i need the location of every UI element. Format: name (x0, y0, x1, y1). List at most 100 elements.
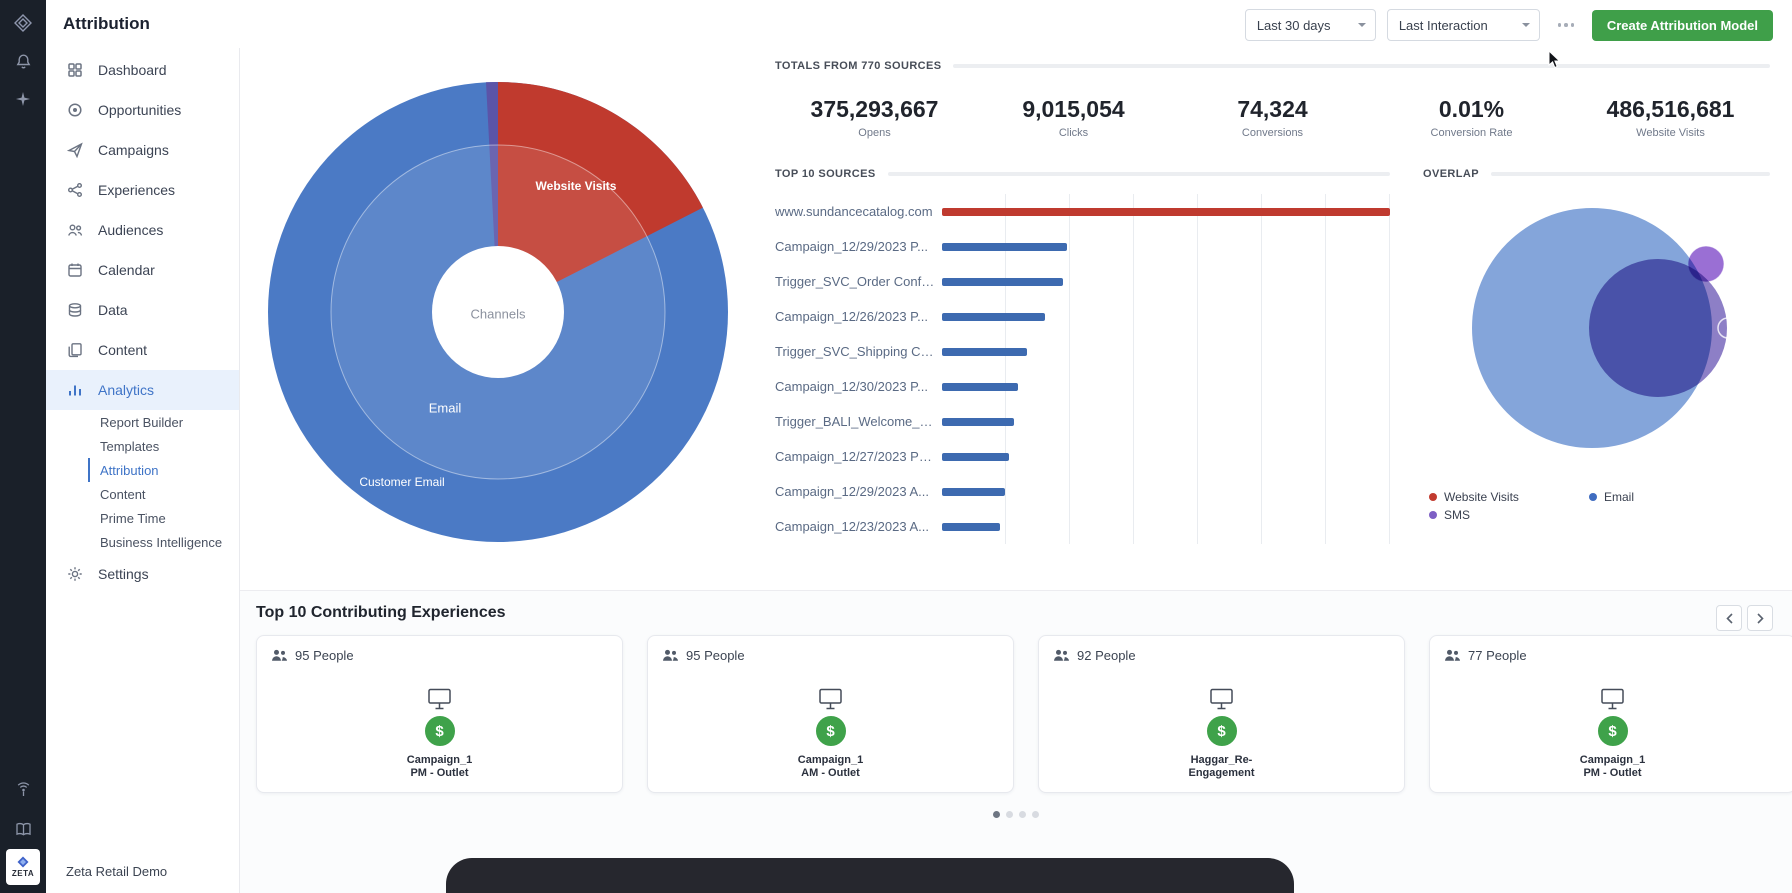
sidebar-subitem-business-intelligence[interactable]: Business Intelligence (88, 530, 239, 554)
sidebar-item-dashboard[interactable]: Dashboard (46, 50, 239, 90)
sidebar-item-settings[interactable]: Settings (46, 554, 239, 594)
target-icon (66, 102, 83, 119)
channels-sunburst-chart[interactable]: Website Visits Email Customer Email Chan… (264, 78, 732, 546)
legend-label: SMS (1444, 508, 1470, 522)
carousel-next-button[interactable] (1747, 605, 1773, 631)
bottom-overlay-panel (446, 858, 1294, 893)
source-bar (942, 348, 1027, 356)
experience-card[interactable]: 92 People $ Haggar_Re- Engagement (1038, 635, 1405, 793)
gear-icon (66, 566, 83, 583)
source-row: Campaign_12/29/2023 P... (775, 229, 1390, 264)
legend-dot (1429, 511, 1437, 519)
chevron-down-icon (1358, 23, 1366, 27)
experience-name: Campaign_1 PM - Outlet (1580, 754, 1645, 780)
people-icon (271, 648, 288, 663)
pagination-dot[interactable] (1032, 811, 1039, 818)
sidebar-item-label: Dashboard (98, 62, 167, 78)
legend-item-website-visits: Website Visits (1429, 488, 1589, 506)
sidebar-subitem-prime-time[interactable]: Prime Time (88, 506, 239, 530)
carousel-prev-button[interactable] (1716, 605, 1742, 631)
source-link[interactable]: Campaign_12/29/2023 P... (775, 239, 942, 254)
people-icon (662, 648, 679, 663)
source-link[interactable]: Campaign_12/23/2023 A... (775, 519, 942, 534)
sidebar-subitem-content[interactable]: Content (88, 482, 239, 506)
bar-track (942, 404, 1390, 439)
section-divider (1491, 172, 1770, 176)
source-bar (942, 208, 1390, 216)
date-range-select[interactable]: Last 30 days (1245, 9, 1376, 41)
bar-track (942, 439, 1390, 474)
stat-clicks: 9,015,054 Clicks (974, 96, 1173, 139)
bar-track (942, 509, 1390, 544)
source-bar (942, 488, 1005, 496)
help-book-icon[interactable] (12, 818, 34, 840)
chevron-right-icon (1757, 613, 1764, 624)
stat-label: Clicks (974, 127, 1173, 139)
source-link[interactable]: Campaign_12/30/2023 P... (775, 379, 942, 394)
source-link[interactable]: Campaign_12/27/2023 PM... (775, 449, 942, 464)
create-attribution-model-button[interactable]: Create Attribution Model (1592, 10, 1773, 41)
people-count: 95 People (295, 648, 354, 663)
sidebar-item-label: Campaigns (98, 142, 169, 158)
paper-plane-icon (66, 142, 83, 159)
pagination-dot[interactable] (1019, 811, 1026, 818)
source-link[interactable]: Trigger_SVC_Shipping Co... (775, 344, 942, 359)
sunburst-inner-label-email: Email (429, 401, 462, 416)
stat-website-visits: 486,516,681 Website Visits (1571, 96, 1770, 139)
sidebar-item-calendar[interactable]: Calendar (46, 250, 239, 290)
zeta-logo-badge: ZETA (6, 849, 40, 885)
ai-sparkle-icon[interactable] (12, 88, 34, 110)
source-link[interactable]: www.sundancecatalog.com (775, 204, 942, 219)
bar-track (942, 299, 1390, 334)
sidebar-item-opportunities[interactable]: Opportunities (46, 90, 239, 130)
sidebar-subitem-report-builder[interactable]: Report Builder (88, 410, 239, 434)
sidebar-item-content[interactable]: Content (46, 330, 239, 370)
totals-panel: TOTALS FROM 770 SOURCES 375,293,667 Open… (775, 60, 1770, 139)
source-row: Campaign_12/30/2023 P... (775, 369, 1390, 404)
sidebar-item-audiences[interactable]: Audiences (46, 210, 239, 250)
zeta-logo-icon[interactable] (12, 12, 34, 34)
sidebar-item-analytics[interactable]: Analytics (46, 370, 239, 410)
sidebar-subitem-templates[interactable]: Templates (88, 434, 239, 458)
experience-card[interactable]: 77 People $ Campaign_1 PM - Outlet (1429, 635, 1792, 793)
source-link[interactable]: Trigger_BALI_Welcome_T... (775, 414, 942, 429)
people-icon (1053, 648, 1070, 663)
legend-item-sms: SMS (1429, 506, 1589, 524)
pagination-dot[interactable] (1006, 811, 1013, 818)
pagination-dot[interactable] (993, 811, 1000, 818)
overlap-venn-chart[interactable] (1435, 188, 1765, 478)
interaction-model-select[interactable]: Last Interaction (1387, 9, 1540, 41)
stat-value: 486,516,681 (1571, 96, 1770, 123)
source-link[interactable]: Campaign_12/29/2023 A... (775, 484, 942, 499)
notifications-bell-icon[interactable] (12, 50, 34, 72)
icon-rail: ZETA (0, 0, 46, 893)
experience-card[interactable]: 95 People $ Campaign_1 AM - Outlet (647, 635, 1014, 793)
dashboard-icon (66, 62, 83, 79)
stat-opens: 375,293,667 Opens (775, 96, 974, 139)
stat-value: 375,293,667 (775, 96, 974, 123)
experience-name: Campaign_1 PM - Outlet (407, 754, 472, 780)
source-link[interactable]: Campaign_12/26/2023 P... (775, 309, 942, 324)
sidebar-item-label: Audiences (98, 222, 163, 238)
header-controls: Last 30 days Last Interaction Create Att… (1245, 9, 1773, 41)
source-bar (942, 453, 1009, 461)
sidebar: Dashboard Opportunities Campaigns Experi… (46, 48, 240, 893)
stat-value: 74,324 (1173, 96, 1372, 123)
stat-value: 9,015,054 (974, 96, 1173, 123)
more-options-button[interactable] (1551, 10, 1581, 40)
source-link[interactable]: Trigger_SVC_Order Confir... (775, 274, 942, 289)
source-bar (942, 418, 1014, 426)
revenue-dollar-icon: $ (1596, 714, 1630, 748)
zeta-diamond-icon (17, 856, 29, 868)
experience-card[interactable]: 95 People $ Campaign_1 PM - Outlet (256, 635, 623, 793)
source-bar (942, 313, 1045, 321)
sidebar-item-experiences[interactable]: Experiences (46, 170, 239, 210)
sidebar-subitem-attribution[interactable]: Attribution (88, 458, 239, 482)
sidebar-item-campaigns[interactable]: Campaigns (46, 130, 239, 170)
broadcast-antenna-icon[interactable] (12, 778, 34, 800)
sidebar-item-data[interactable]: Data (46, 290, 239, 330)
source-bar (942, 523, 1000, 531)
overlap-legend: Website Visits Email SMS (1429, 488, 1749, 524)
page-title: Attribution (63, 0, 150, 48)
people-icon (1444, 648, 1461, 663)
